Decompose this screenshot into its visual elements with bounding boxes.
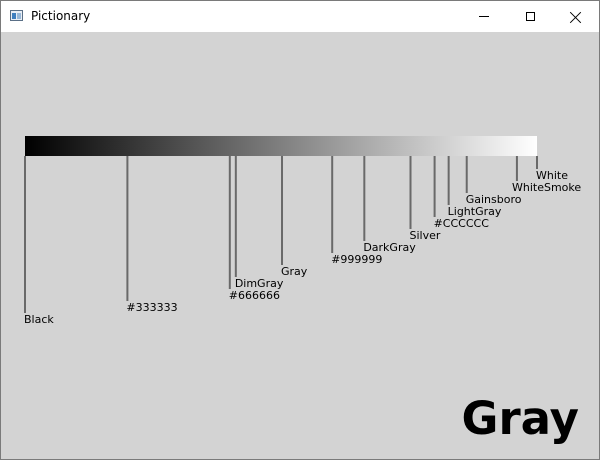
marker-label-black: Black — [24, 313, 54, 326]
marker-label-hex-999999: #999999 — [331, 253, 383, 266]
minimize-button[interactable] — [461, 1, 507, 32]
app-icon — [10, 10, 23, 21]
marker-label-dimgray: DimGray — [234, 277, 284, 290]
close-button[interactable] — [553, 1, 599, 32]
minimize-icon — [479, 16, 489, 17]
maximize-icon — [525, 12, 535, 21]
title-bar[interactable]: Pictionary — [1, 1, 599, 32]
marker-label-gainsboro: Gainsboro — [465, 193, 522, 206]
marker-label-lightgray: LightGray — [447, 205, 502, 218]
grayscale-gradient-bar — [25, 136, 537, 156]
close-icon — [570, 11, 582, 23]
marker-label-gray: Gray — [281, 265, 308, 278]
maximize-button[interactable] — [507, 1, 553, 32]
marker-label-white: White — [536, 169, 568, 182]
marker-label-silver: Silver — [409, 229, 441, 242]
marker-label-whitesmoke: WhiteSmoke — [512, 181, 582, 194]
marker-label-hex-666666: #666666 — [228, 289, 281, 302]
marker-label-hex-cccccc: #CCCCCC — [433, 217, 489, 230]
marker-label-darkgray: DarkGray — [363, 241, 416, 254]
selected-color-name: Gray — [461, 392, 579, 445]
window-title: Pictionary — [31, 9, 91, 23]
marker-label-hex-333333: #333333 — [126, 301, 178, 314]
pictionary-window: Pictionary Black #333333 #666666 DimGray Gra… — [0, 0, 600, 460]
